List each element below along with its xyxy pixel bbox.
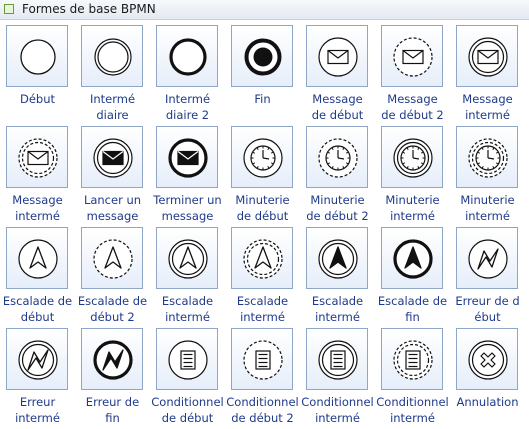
- shape-item[interactable]: Message de début 2: [375, 22, 450, 123]
- start-event-icon[interactable]: [6, 25, 68, 87]
- escalation-start-icon[interactable]: [6, 227, 68, 289]
- shape-label: Erreur de fin: [85, 395, 140, 425]
- shape-label: Message intermé: [12, 193, 63, 223]
- intermediate-event-icon[interactable]: [81, 25, 143, 87]
- shape-label: Erreur intermé: [15, 395, 60, 425]
- shape-label: Message de début: [311, 92, 364, 122]
- shape-label: Intermé diaire 2: [164, 92, 211, 122]
- message-start-icon[interactable]: [306, 25, 368, 87]
- cancel-icon[interactable]: [456, 328, 518, 390]
- error-start-icon[interactable]: [456, 227, 518, 289]
- shape-label: Minuterie de début 2: [306, 193, 369, 223]
- shape-label: Minuterie intermé: [385, 193, 440, 223]
- shape-label: Conditionnel de début 2: [226, 395, 299, 425]
- shape-label: Intermé diaire: [89, 92, 136, 122]
- message-intermediate-dashed-icon[interactable]: [6, 126, 68, 188]
- shape-label: Début: [19, 92, 56, 106]
- shape-item[interactable]: Escalade intermé: [150, 224, 225, 325]
- shape-item[interactable]: Message de début: [300, 22, 375, 123]
- shape-item[interactable]: Intermé diaire 2: [150, 22, 225, 123]
- escalation-throw-icon[interactable]: [306, 227, 368, 289]
- escalation-intermediate-icon[interactable]: [156, 227, 218, 289]
- end-message-icon[interactable]: [156, 126, 218, 188]
- message-start-2-icon[interactable]: [381, 25, 443, 87]
- shape-item[interactable]: Message intermé: [0, 123, 75, 224]
- shape-item[interactable]: Erreur de fin: [75, 325, 150, 426]
- shape-item[interactable]: Conditionnel de début 2: [225, 325, 300, 426]
- escalation-intermediate-dashed-icon[interactable]: [231, 227, 293, 289]
- shape-item[interactable]: Lancer un message: [75, 123, 150, 224]
- shape-item[interactable]: Fin: [225, 22, 300, 123]
- shape-label: Minuterie de début: [235, 193, 290, 223]
- shape-item[interactable]: Escalade de fin: [375, 224, 450, 325]
- escalation-start-2-icon[interactable]: [81, 227, 143, 289]
- shape-item[interactable]: Escalade intermé: [300, 224, 375, 325]
- end-event-icon[interactable]: [231, 25, 293, 87]
- shape-label: Erreur de d ébut: [455, 294, 520, 324]
- shape-item[interactable]: Escalade de début: [0, 224, 75, 325]
- shape-item[interactable]: Escalade intermé: [225, 224, 300, 325]
- timer-start-icon[interactable]: [231, 126, 293, 188]
- shape-label: Message intermé: [462, 92, 513, 122]
- shape-library-panel: Formes de base BPMN Début Intermé diaire I…: [0, 0, 529, 429]
- shape-label: Minuterie intermé: [460, 193, 515, 223]
- shape-item[interactable]: Minuterie de début: [225, 123, 300, 224]
- panel-title: Formes de base BPMN: [22, 2, 156, 16]
- shape-item[interactable]: Escalade de début 2: [75, 224, 150, 325]
- shape-item[interactable]: Conditionnel intermé: [375, 325, 450, 426]
- shape-item[interactable]: Message intermé: [450, 22, 525, 123]
- shape-label: Lancer un message: [83, 193, 142, 223]
- escalation-end-icon[interactable]: [381, 227, 443, 289]
- conditional-intermediate-icon[interactable]: [306, 328, 368, 390]
- shape-item[interactable]: Minuterie intermé: [375, 123, 450, 224]
- shape-item[interactable]: Minuterie intermé: [450, 123, 525, 224]
- error-intermediate-icon[interactable]: [6, 328, 68, 390]
- throw-message-icon[interactable]: [81, 126, 143, 188]
- shape-label: Escalade intermé: [161, 294, 214, 324]
- collapse-toggle-icon[interactable]: [4, 4, 14, 14]
- conditional-start-2-icon[interactable]: [231, 328, 293, 390]
- shape-label: Conditionnel intermé: [301, 395, 374, 425]
- timer-intermediate-dashed-icon[interactable]: [456, 126, 518, 188]
- shape-label: Conditionnel de début: [151, 395, 224, 425]
- shape-label: Escalade intermé: [311, 294, 364, 324]
- timer-intermediate-icon[interactable]: [381, 126, 443, 188]
- conditional-start-icon[interactable]: [156, 328, 218, 390]
- shape-label: Escalade de début 2: [77, 294, 148, 324]
- shape-label: Conditionnel intermé: [376, 395, 449, 425]
- shape-label: Annulation: [456, 395, 519, 409]
- shape-label: Message de début 2: [381, 92, 444, 122]
- shape-item[interactable]: Erreur de d ébut: [450, 224, 525, 325]
- shape-label: Terminer un message: [153, 193, 222, 223]
- shape-label: Fin: [254, 92, 271, 106]
- shape-item[interactable]: Conditionnel intermé: [300, 325, 375, 426]
- shape-label: Escalade de début: [2, 294, 73, 324]
- error-end-icon[interactable]: [81, 328, 143, 390]
- shape-label: Escalade de fin: [377, 294, 448, 324]
- shape-item[interactable]: Annulation: [450, 325, 525, 426]
- shape-item[interactable]: Erreur intermé: [0, 325, 75, 426]
- shape-item[interactable]: Début: [0, 22, 75, 123]
- timer-start-2-icon[interactable]: [306, 126, 368, 188]
- shape-item[interactable]: Terminer un message: [150, 123, 225, 224]
- shape-item[interactable]: Intermé diaire: [75, 22, 150, 123]
- shape-item[interactable]: Minuterie de début 2: [300, 123, 375, 224]
- intermediate-event-2-icon[interactable]: [156, 25, 218, 87]
- conditional-intermediate-dashed-icon[interactable]: [381, 328, 443, 390]
- panel-header[interactable]: Formes de base BPMN: [0, 0, 529, 20]
- shape-label: Escalade intermé: [236, 294, 289, 324]
- shape-item[interactable]: Conditionnel de début: [150, 325, 225, 426]
- message-intermediate-icon[interactable]: [456, 25, 518, 87]
